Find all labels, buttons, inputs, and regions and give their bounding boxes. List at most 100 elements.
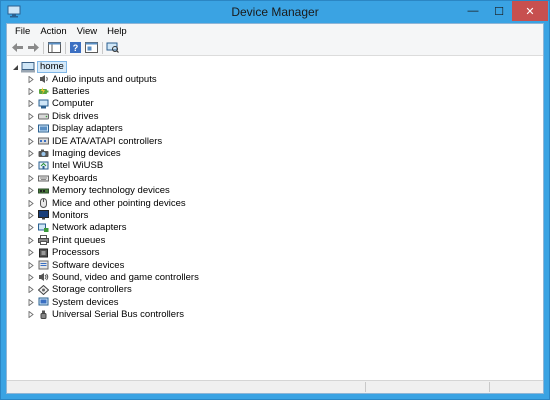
status-bar-separator: [489, 382, 490, 392]
forward-icon[interactable]: [27, 42, 40, 53]
expand-arrow-icon[interactable]: [28, 298, 34, 306]
menu-action[interactable]: Action: [35, 24, 71, 40]
client-area: File Action View Help ? home Audio input…: [6, 23, 544, 394]
expand-arrow-icon[interactable]: [28, 286, 34, 294]
close-button[interactable]: ✕: [512, 1, 548, 21]
maximize-button[interactable]: ☐: [486, 1, 512, 21]
tree-node-label[interactable]: Monitors: [52, 210, 88, 221]
expand-arrow-icon[interactable]: [28, 100, 34, 108]
tree-node[interactable]: System devices: [28, 296, 119, 308]
tree-node[interactable]: Monitors: [28, 209, 88, 221]
tree-node[interactable]: Storage controllers: [28, 284, 132, 296]
tree-node-label[interactable]: Memory technology devices: [52, 185, 170, 196]
sound-controller-icon: [39, 273, 49, 282]
tree-node[interactable]: Universal Serial Bus controllers: [28, 309, 184, 321]
tree-node-label[interactable]: Print queues: [52, 235, 105, 246]
title-bar[interactable]: Device Manager — ☐ ✕: [1, 1, 549, 23]
expand-arrow-icon[interactable]: [28, 249, 34, 257]
processor-icon: [39, 248, 48, 258]
tree-node[interactable]: Imaging devices: [28, 147, 121, 159]
tree-node-label[interactable]: Imaging devices: [52, 148, 121, 159]
toolbar: ?: [7, 40, 543, 56]
tree-node-label[interactable]: IDE ATA/ATAPI controllers: [52, 136, 162, 147]
tree-node-label[interactable]: Processors: [52, 247, 100, 258]
menu-bar: File Action View Help: [7, 24, 543, 40]
tree-node[interactable]: Display adapters: [28, 123, 123, 135]
computer-icon: [21, 61, 35, 72]
tree-node-label[interactable]: System devices: [52, 297, 119, 308]
back-icon[interactable]: [11, 42, 24, 53]
expand-arrow-icon[interactable]: [28, 174, 34, 182]
device-tree[interactable]: home Audio inputs and outputs Batteries Co…: [7, 57, 543, 379]
storage-controller-icon: [38, 284, 49, 295]
expand-arrow-icon[interactable]: [28, 187, 34, 195]
expand-arrow-icon[interactable]: [28, 224, 34, 232]
expand-arrow-icon[interactable]: [28, 137, 34, 145]
tree-root-label[interactable]: home: [37, 61, 67, 73]
camera-icon: [38, 149, 49, 158]
printer-icon: [38, 235, 49, 246]
tree-node[interactable]: IDE ATA/ATAPI controllers: [28, 135, 162, 147]
show-hide-console-tree-icon[interactable]: [48, 42, 61, 53]
tree-node-label[interactable]: Keyboards: [52, 173, 97, 184]
expand-arrow-icon[interactable]: [28, 261, 34, 269]
expand-arrow-icon[interactable]: [28, 311, 34, 319]
memory-icon: [38, 188, 49, 194]
expand-arrow-icon[interactable]: [28, 273, 34, 281]
properties-icon[interactable]: [85, 42, 98, 53]
tree-node-label[interactable]: Display adapters: [52, 123, 123, 134]
tree-node[interactable]: Keyboards: [28, 172, 97, 184]
tree-node-label[interactable]: Mice and other pointing devices: [52, 198, 186, 209]
menu-help[interactable]: Help: [102, 24, 132, 40]
svg-text:?: ?: [73, 43, 79, 53]
ide-controller-icon: [38, 137, 49, 145]
wiusb-icon: [38, 161, 49, 170]
expand-arrow-icon[interactable]: [28, 149, 34, 157]
help-icon[interactable]: ?: [69, 42, 82, 53]
menu-file[interactable]: File: [10, 24, 35, 40]
battery-icon: [39, 87, 49, 96]
tree-node[interactable]: Network adapters: [28, 222, 126, 234]
computer-icon: [38, 99, 49, 109]
usb-icon: [40, 310, 47, 319]
tree-node[interactable]: Software devices: [28, 259, 124, 271]
status-bar-separator: [365, 382, 366, 392]
tree-node-label[interactable]: Software devices: [52, 260, 124, 271]
tree-node[interactable]: Audio inputs and outputs: [28, 73, 157, 85]
tree-node[interactable]: Memory technology devices: [28, 185, 170, 197]
expand-arrow-icon[interactable]: [28, 199, 34, 207]
tree-node-label[interactable]: Batteries: [52, 86, 90, 97]
expand-arrow-icon[interactable]: [28, 211, 34, 219]
tree-node[interactable]: Processors: [28, 247, 100, 259]
tree-node[interactable]: Disk drives: [28, 110, 98, 122]
tree-node-label[interactable]: Network adapters: [52, 222, 126, 233]
tree-node[interactable]: Batteries: [28, 85, 90, 97]
toolbar-separator: [65, 42, 66, 54]
expand-arrow-icon[interactable]: [28, 112, 34, 120]
collapse-arrow-icon[interactable]: [12, 64, 19, 71]
tree-node[interactable]: Computer: [28, 98, 94, 110]
tree-node-label[interactable]: Audio inputs and outputs: [52, 74, 157, 85]
tree-node-label[interactable]: Intel WiUSB: [52, 160, 103, 171]
scan-hardware-icon[interactable]: [106, 42, 119, 53]
tree-node-label[interactable]: Disk drives: [52, 111, 98, 122]
tree-node-label[interactable]: Storage controllers: [52, 284, 132, 295]
tree-node[interactable]: Sound, video and game controllers: [28, 271, 199, 283]
expand-arrow-icon[interactable]: [28, 87, 34, 95]
tree-node-label[interactable]: Universal Serial Bus controllers: [52, 309, 184, 320]
expand-arrow-icon[interactable]: [28, 125, 34, 133]
minimize-button[interactable]: —: [460, 1, 486, 21]
tree-node[interactable]: Intel WiUSB: [28, 160, 103, 172]
expand-arrow-icon[interactable]: [28, 236, 34, 244]
disk-drive-icon: [38, 113, 49, 120]
tree-node-label[interactable]: Sound, video and game controllers: [52, 272, 199, 283]
tree-node[interactable]: Mice and other pointing devices: [28, 197, 186, 209]
mouse-icon: [40, 198, 47, 208]
expand-arrow-icon[interactable]: [28, 75, 34, 83]
expand-arrow-icon[interactable]: [28, 162, 34, 170]
toolbar-separator: [43, 42, 44, 54]
tree-node[interactable]: Print queues: [28, 234, 105, 246]
tree-root[interactable]: home: [12, 61, 67, 73]
tree-node-label[interactable]: Computer: [52, 98, 94, 109]
menu-view[interactable]: View: [72, 24, 102, 40]
